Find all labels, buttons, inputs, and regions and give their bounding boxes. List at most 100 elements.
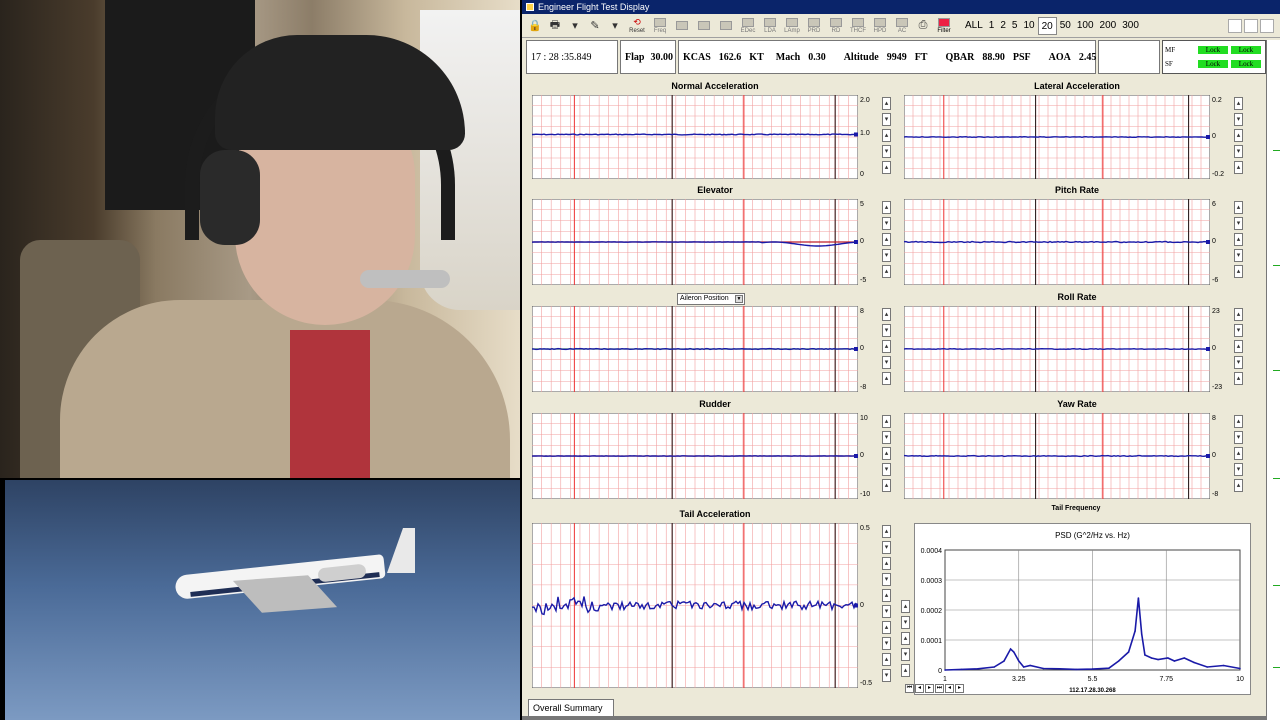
nav-prev-button[interactable]: ◂ xyxy=(915,684,924,693)
toolbar-tool-button[interactable]: HPD xyxy=(870,17,890,35)
zoom-button-10[interactable]: 10 xyxy=(1020,17,1037,35)
lock-icon[interactable]: 🔒 xyxy=(526,17,544,35)
toolbar-tool-button[interactable]: THCF xyxy=(848,17,868,35)
scale-down-button[interactable]: ▾ xyxy=(882,356,891,369)
scale-up-button[interactable]: ▴ xyxy=(1234,372,1243,385)
scale-up-button[interactable]: ▴ xyxy=(882,447,891,460)
toolbar-tool-button[interactable]: AC xyxy=(892,17,912,35)
zoom-button-2[interactable]: 2 xyxy=(997,17,1009,35)
reset-button[interactable]: ⟲ Reset xyxy=(626,17,648,35)
scale-up-button[interactable]: ▴ xyxy=(1234,201,1243,214)
scale-up-button[interactable]: ▴ xyxy=(882,525,891,538)
scale-down-button[interactable]: ▾ xyxy=(882,605,891,618)
scale-up-button[interactable]: ▴ xyxy=(882,97,891,110)
lock-button[interactable]: Lock xyxy=(1231,46,1261,54)
scale-down-button[interactable]: ▾ xyxy=(882,324,891,337)
scale-up-button[interactable]: ▴ xyxy=(882,233,891,246)
scale-down-button[interactable]: ▾ xyxy=(882,217,891,230)
scale-down-button[interactable]: ▾ xyxy=(882,145,891,158)
scale-up-button[interactable]: ▴ xyxy=(901,664,910,677)
scale-up-button[interactable]: ▴ xyxy=(882,161,891,174)
scale-down-button[interactable]: ▾ xyxy=(901,616,910,629)
toolbar-tool-button[interactable] xyxy=(672,17,692,35)
toolbar-tool-button[interactable]: EDec xyxy=(738,17,758,35)
scale-down-button[interactable]: ▾ xyxy=(882,249,891,262)
zoom-button-all[interactable]: ALL xyxy=(962,17,986,35)
chevron-down-icon[interactable]: ▾ xyxy=(566,17,584,35)
toolbar-tool-button[interactable]: LAmp xyxy=(782,17,802,35)
scale-down-button[interactable]: ▾ xyxy=(901,648,910,661)
scale-down-button[interactable]: ▾ xyxy=(882,541,891,554)
scale-up-button[interactable]: ▴ xyxy=(901,600,910,613)
blank-button[interactable] xyxy=(1260,18,1274,33)
scale-up-button[interactable]: ▴ xyxy=(1234,265,1243,278)
scale-up-button[interactable]: ▴ xyxy=(901,632,910,645)
nav-back-button[interactable]: ◂ xyxy=(945,684,954,693)
scale-up-button[interactable]: ▴ xyxy=(882,479,891,492)
scale-up-button[interactable]: ▴ xyxy=(1234,340,1243,353)
lock-button[interactable]: Lock xyxy=(1231,60,1261,68)
scale-up-button[interactable]: ▴ xyxy=(1234,415,1243,428)
scale-up-button[interactable]: ▴ xyxy=(1234,161,1243,174)
zoom-button-1[interactable]: 1 xyxy=(986,17,998,35)
toolbar-tool-button[interactable] xyxy=(716,17,736,35)
scale-up-button[interactable]: ▴ xyxy=(882,621,891,634)
lock-button[interactable]: Lock xyxy=(1198,60,1228,68)
print-icon[interactable]: 🖶 xyxy=(546,17,564,35)
scale-up-button[interactable]: ▴ xyxy=(882,589,891,602)
nav-first-button[interactable]: ⏮ xyxy=(905,684,914,693)
scale-down-button[interactable]: ▾ xyxy=(1234,249,1243,262)
scale-down-button[interactable]: ▾ xyxy=(1234,217,1243,230)
toolbar-tool-button[interactable]: PRD xyxy=(804,17,824,35)
scale-down-button[interactable]: ▾ xyxy=(1234,324,1243,337)
scale-down-button[interactable]: ▾ xyxy=(882,637,891,650)
scale-down-button[interactable]: ▾ xyxy=(882,573,891,586)
zoom-button-5[interactable]: 5 xyxy=(1009,17,1021,35)
scale-up-button[interactable]: ▴ xyxy=(882,340,891,353)
zoom-button-300[interactable]: 300 xyxy=(1119,17,1142,35)
blank-button[interactable] xyxy=(1228,18,1242,33)
zoom-button-100[interactable]: 100 xyxy=(1074,17,1097,35)
toolbar-tool-button[interactable]: RD xyxy=(826,17,846,35)
zoom-button-20[interactable]: 20 xyxy=(1037,16,1057,35)
lock-button[interactable]: Lock xyxy=(1198,46,1228,54)
scale-down-button[interactable]: ▾ xyxy=(1234,463,1243,476)
scale-up-button[interactable]: ▴ xyxy=(1234,129,1243,142)
scale-up-button[interactable]: ▴ xyxy=(1234,233,1243,246)
scale-up-button[interactable]: ▴ xyxy=(882,372,891,385)
toolbar-tool-button[interactable] xyxy=(694,17,714,35)
zoom-button-200[interactable]: 200 xyxy=(1097,17,1120,35)
aileron-position-select[interactable]: Aileron Position ▼ xyxy=(677,293,745,305)
scale-down-button[interactable]: ▾ xyxy=(1234,113,1243,126)
scale-down-button[interactable]: ▾ xyxy=(1234,356,1243,369)
nav-fwd-button[interactable]: ▸ xyxy=(955,684,964,693)
scale-up-button[interactable]: ▴ xyxy=(882,308,891,321)
scale-up-button[interactable]: ▴ xyxy=(1234,97,1243,110)
scale-down-button[interactable]: ▾ xyxy=(1234,145,1243,158)
nav-next-button[interactable]: ▸ xyxy=(925,684,934,693)
scale-up-button[interactable]: ▴ xyxy=(882,415,891,428)
scale-down-button[interactable]: ▾ xyxy=(1234,431,1243,444)
scale-down-button[interactable]: ▾ xyxy=(882,669,891,682)
scale-down-button[interactable]: ▾ xyxy=(882,463,891,476)
chevron-down-icon[interactable]: ▾ xyxy=(606,17,624,35)
toolbar-tool-button[interactable]: Freq xyxy=(650,17,670,35)
scale-up-button[interactable]: ▴ xyxy=(1234,447,1243,460)
nav-last-button[interactable]: ⏭ xyxy=(935,684,944,693)
scale-down-button[interactable]: ▾ xyxy=(882,113,891,126)
tab-overall-summary[interactable]: Overall Summary xyxy=(528,699,614,716)
scale-up-button[interactable]: ▴ xyxy=(1234,479,1243,492)
filter-button[interactable]: Filter xyxy=(934,17,954,35)
toolbar-tool-button[interactable]: LDA xyxy=(760,17,780,35)
blank-button[interactable] xyxy=(1244,18,1258,33)
export-icon[interactable]: ⎙ xyxy=(914,17,932,35)
scale-up-button[interactable]: ▴ xyxy=(882,129,891,142)
scale-down-button[interactable]: ▾ xyxy=(882,431,891,444)
scale-up-button[interactable]: ▴ xyxy=(882,653,891,666)
scale-up-button[interactable]: ▴ xyxy=(882,557,891,570)
scale-up-button[interactable]: ▴ xyxy=(882,265,891,278)
pen-icon[interactable]: ✎ xyxy=(586,17,604,35)
scale-up-button[interactable]: ▴ xyxy=(882,201,891,214)
scale-up-button[interactable]: ▴ xyxy=(1234,308,1243,321)
zoom-button-50[interactable]: 50 xyxy=(1057,17,1074,35)
